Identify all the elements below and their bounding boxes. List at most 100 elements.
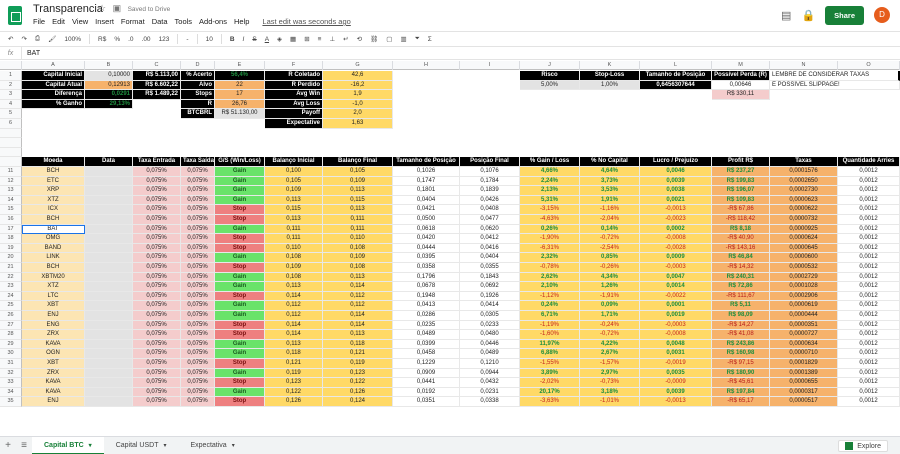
win-loss-badge[interactable]: Stop xyxy=(215,263,265,273)
position-final-cell[interactable]: 0,0692 xyxy=(460,282,520,292)
menu-item-format[interactable]: Format xyxy=(121,17,145,26)
fees-cell[interactable]: 0,0000634 xyxy=(770,339,838,350)
column-title[interactable]: Quantidade Arries xyxy=(838,157,900,167)
capital-pct-cell[interactable]: -0,24% xyxy=(580,320,640,331)
balance-initial-cell[interactable]: 0,100 xyxy=(265,167,323,177)
print-icon[interactable]: ⎙ xyxy=(35,35,40,43)
entry-fee-cell[interactable]: 0,075% xyxy=(133,234,181,244)
capital-pct-cell[interactable]: -2,04% xyxy=(580,215,640,225)
fill-color-icon[interactable]: ◈ xyxy=(277,35,282,43)
fees-cell[interactable]: 0,0001028 xyxy=(770,282,838,292)
quantity-cell[interactable]: 0,0012 xyxy=(838,368,900,379)
date-cell[interactable] xyxy=(85,378,133,388)
capital-pct-cell[interactable]: 4,64% xyxy=(580,167,640,177)
profit-loss-cell[interactable]: 0,0009 xyxy=(640,253,712,263)
profit-brl-cell[interactable]: R$ 180,90 xyxy=(712,368,770,379)
star-icon[interactable]: ☆ ▣ Saved to Drive xyxy=(98,3,170,14)
position-final-cell[interactable]: 0,0355 xyxy=(460,263,520,273)
paint-format-icon[interactable]: 🖌 xyxy=(48,35,56,43)
menu-item-view[interactable]: View xyxy=(72,17,88,26)
profit-brl-cell[interactable]: R$ 243,86 xyxy=(712,339,770,350)
fees-cell[interactable]: 0,0000600 xyxy=(770,253,838,263)
r-metric-value[interactable]: -1,0 xyxy=(323,99,393,110)
exit-fee-cell[interactable]: 0,075% xyxy=(181,272,215,283)
position-size-cell[interactable]: 0,0489 xyxy=(393,330,460,340)
quantity-cell[interactable]: 0,0012 xyxy=(838,243,900,254)
exit-fee-cell[interactable]: 0,075% xyxy=(181,205,215,215)
exit-fee-cell[interactable]: 0,075% xyxy=(181,282,215,292)
balance-initial-cell[interactable]: 0,122 xyxy=(265,387,323,398)
position-size-cell[interactable]: 0,1801 xyxy=(393,186,460,196)
share-button[interactable]: Share xyxy=(825,5,864,25)
column-header-d[interactable]: D xyxy=(181,61,215,70)
row-number[interactable]: 34 xyxy=(0,387,22,398)
position-size-cell[interactable]: 0,0421 xyxy=(393,205,460,215)
gain-loss-pct-cell[interactable]: 0,24% xyxy=(520,301,580,311)
entry-fee-cell[interactable]: 0,075% xyxy=(133,368,181,379)
gain-loss-pct-cell[interactable]: 20,17% xyxy=(520,387,580,398)
capital-pct-cell[interactable]: 1,91% xyxy=(580,195,640,206)
column-header-f[interactable]: F xyxy=(265,61,323,70)
entry-fee-cell[interactable]: 0,075% xyxy=(133,205,181,215)
entry-fee-cell[interactable]: 0,075% xyxy=(133,195,181,206)
gain-loss-pct-cell[interactable]: -1,19% xyxy=(520,320,580,331)
fees-cell[interactable]: 0,0002730 xyxy=(770,186,838,196)
gain-loss-pct-cell[interactable]: -4,63% xyxy=(520,215,580,225)
capital-pct-cell[interactable]: 0,09% xyxy=(580,301,640,311)
balance-initial-cell[interactable]: 0,114 xyxy=(265,291,323,302)
position-final-cell[interactable]: 0,0338 xyxy=(460,397,520,407)
gain-loss-pct-cell[interactable]: -6,31% xyxy=(520,243,580,254)
capital-pct-cell[interactable]: 2,97% xyxy=(580,368,640,379)
exit-fee-cell[interactable]: 0,075% xyxy=(181,330,215,340)
profit-loss-cell[interactable]: 0,0002 xyxy=(640,224,712,235)
gain-loss-pct-cell[interactable]: 5,31% xyxy=(520,195,580,206)
exit-fee-cell[interactable]: 0,075% xyxy=(181,339,215,350)
row-number[interactable]: 19 xyxy=(0,243,22,254)
profit-brl-cell[interactable]: -R$ 41,08 xyxy=(712,330,770,340)
date-cell[interactable] xyxy=(85,349,133,359)
profit-brl-cell[interactable]: R$ 98,09 xyxy=(712,311,770,321)
profit-brl-cell[interactable]: R$ 5,11 xyxy=(712,301,770,311)
avatar[interactable]: D xyxy=(874,7,890,23)
quantity-cell[interactable]: 0,0012 xyxy=(838,272,900,283)
entry-fee-cell[interactable]: 0,075% xyxy=(133,272,181,283)
quantity-cell[interactable]: 0,0012 xyxy=(838,291,900,302)
row-number[interactable]: 6 xyxy=(0,119,22,129)
balance-final-cell[interactable]: 0,105 xyxy=(323,167,393,177)
summary-value[interactable]: 0,0291 xyxy=(85,90,133,100)
profit-brl-cell[interactable]: R$ 109,83 xyxy=(712,195,770,206)
gain-loss-pct-cell[interactable]: 2,13% xyxy=(520,186,580,196)
position-size-cell[interactable]: 0,0420 xyxy=(393,234,460,244)
exit-fee-cell[interactable]: 0,075% xyxy=(181,397,215,407)
last-edit-link[interactable]: Last edit was seconds ago xyxy=(262,17,350,26)
profit-brl-cell[interactable]: -R$ 97,15 xyxy=(712,359,770,369)
quantity-cell[interactable]: 0,0012 xyxy=(838,378,900,388)
risk-value[interactable]: 5,00% xyxy=(520,80,580,91)
coin-cell[interactable]: BCH xyxy=(22,167,85,177)
quantity-cell[interactable]: 0,0012 xyxy=(838,186,900,196)
gain-loss-pct-cell[interactable]: -3,63% xyxy=(520,397,580,407)
quantity-cell[interactable]: 0,0012 xyxy=(838,167,900,177)
win-loss-badge[interactable]: Stop xyxy=(215,397,265,407)
row-number[interactable]: 18 xyxy=(0,234,22,244)
coin-cell[interactable]: LINK xyxy=(22,253,85,263)
balance-final-cell[interactable]: 0,111 xyxy=(323,224,393,235)
gain-loss-pct-cell[interactable]: 2,10% xyxy=(520,282,580,292)
balance-final-cell[interactable]: 0,115 xyxy=(323,195,393,206)
metric-value[interactable]: 26,76 xyxy=(215,99,265,110)
capital-pct-cell[interactable]: 0,14% xyxy=(580,224,640,235)
exit-fee-cell[interactable]: 0,075% xyxy=(181,291,215,302)
row-number[interactable]: 30 xyxy=(0,349,22,359)
stoploss-value[interactable]: 1,00% xyxy=(580,80,640,91)
balance-final-cell[interactable]: 0,119 xyxy=(323,359,393,369)
balance-initial-cell[interactable]: 0,108 xyxy=(265,272,323,283)
position-final-cell[interactable]: 0,0408 xyxy=(460,205,520,215)
date-cell[interactable] xyxy=(85,282,133,292)
all-sheets-icon[interactable]: ≡ xyxy=(16,440,32,451)
balance-final-cell[interactable]: 0,111 xyxy=(323,215,393,225)
rotate-icon[interactable]: ⟲ xyxy=(357,35,362,43)
position-final-cell[interactable]: 0,0432 xyxy=(460,378,520,388)
position-final-cell[interactable]: 0,0944 xyxy=(460,368,520,379)
position-final-cell[interactable]: 0,0231 xyxy=(460,387,520,398)
entry-fee-cell[interactable]: 0,075% xyxy=(133,291,181,302)
